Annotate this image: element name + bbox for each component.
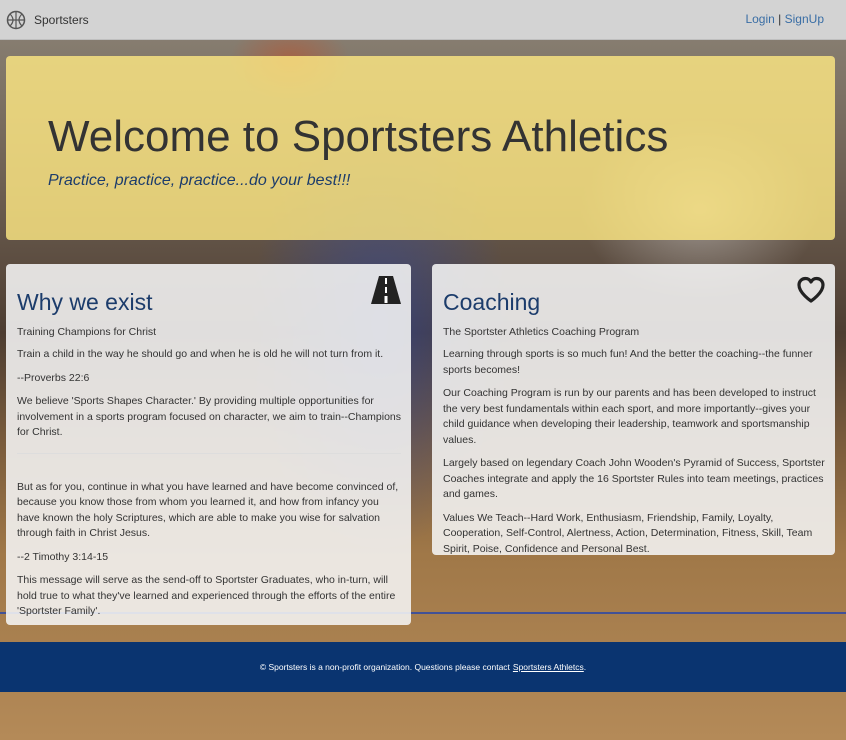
why-we-exist-card: Why we exist Training Champions for Chri… [6,264,411,625]
why-paragraph: Train a child in the way he should go an… [17,348,384,360]
hero-banner: Welcome to Sportsters Athletics Practice… [6,56,835,240]
footer-period: . [583,662,587,672]
coaching-subtitle: The Sportster Athletics Coaching Program [443,326,640,338]
why-title: Why we exist [17,289,153,315]
auth-separator: | [778,12,782,26]
coaching-paragraph: Values We Teach--Hard Work, Enthusiasm, … [443,511,813,555]
login-link[interactable]: Login [745,12,774,26]
coaching-paragraph: Our Coaching Program is run by our paren… [443,387,816,446]
auth-links: Login | SignUp [745,12,824,26]
footer-text: © Sportsters is a non-profit organizatio… [259,662,510,672]
footer-contact-link[interactable]: Sportsters Athletcs [513,662,584,672]
coaching-paragraph: Learning through sports is so much fun! … [443,348,813,376]
road-icon [371,276,401,304]
basketball-icon[interactable] [6,10,26,30]
coaching-paragraph: Largely based on legendary Coach John Wo… [443,457,825,500]
why-paragraph: --2 Timothy 3:14-15 [17,550,109,563]
footer: © Sportsters is a non-profit organizatio… [0,642,846,692]
navbar: Sportsters Login | SignUp [0,0,846,40]
divider [17,452,401,454]
heart-icon [797,276,825,303]
why-paragraph: This message will serve as the send-off … [17,574,396,617]
brand-link[interactable]: Sportsters [34,13,89,27]
coaching-card: Coaching The Sportster Athletics Coachin… [432,264,835,555]
why-paragraph: --Proverbs 22:6 [17,371,90,384]
coaching-title: Coaching [443,289,541,315]
hero-title: Welcome to Sportsters Athletics [48,112,669,161]
hero-tagline: Practice, practice, practice...do your b… [48,172,351,189]
why-paragraph: But as for you, continue in what you hav… [17,480,399,540]
why-paragraph: We believe 'Sports Shapes Character.' By… [17,395,402,438]
signup-link[interactable]: SignUp [785,12,824,26]
why-subtitle: Training Champions for Christ [17,326,157,338]
